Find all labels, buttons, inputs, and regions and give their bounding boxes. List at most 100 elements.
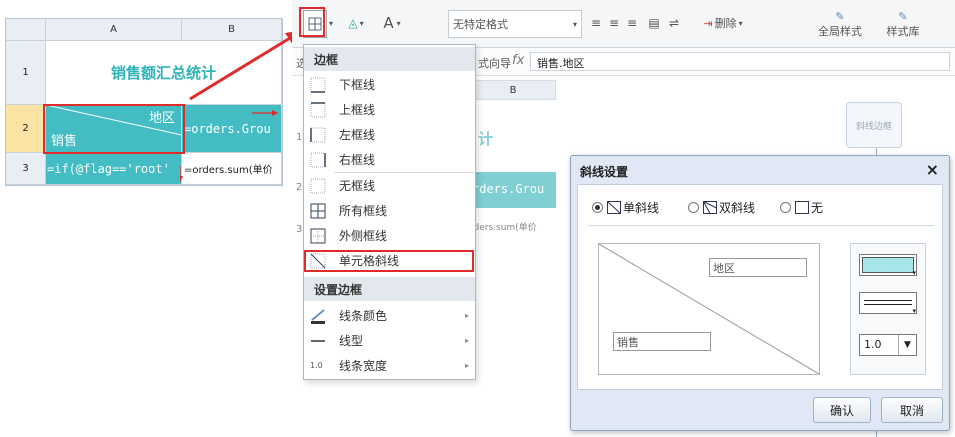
dialog-divider (588, 225, 934, 226)
line-style-picker[interactable]: ▾ (859, 292, 917, 315)
bg-column-header-b: B (470, 80, 556, 100)
merge-icon[interactable]: ▤ (646, 10, 662, 36)
line-style-icon (311, 339, 325, 342)
formula-input[interactable]: 销售.地区 (530, 52, 950, 71)
cancel-button[interactable]: 取消 (881, 397, 943, 423)
fill-color-icon: ◬ (348, 16, 358, 30)
align-center-icon[interactable]: ≡ (606, 10, 622, 36)
font-color-button[interactable]: A ▾ (374, 10, 410, 36)
diagonal-preview: 地区 销售 (598, 243, 820, 375)
menu-item-left-border[interactable]: 左框线 (304, 122, 475, 147)
close-icon[interactable]: × (926, 160, 939, 179)
menu-item-right-border[interactable]: 右框线 (304, 147, 475, 172)
top-border-icon (310, 101, 326, 117)
all-borders-icon (310, 203, 326, 218)
row-header-2[interactable]: 2 (6, 105, 46, 153)
formula-wizard-label[interactable]: 式向导 (478, 55, 511, 71)
radio-double-diagonal[interactable]: 双斜线 (688, 199, 755, 216)
diagonal-settings-dialog: 斜线设置 × 单斜线 双斜线 无 地区 销售 ▾ ▾ 1.0 ▼ 确认 取消 (570, 155, 950, 431)
style-library-button[interactable]: ✎ 样式库 (878, 4, 928, 44)
preview-bottom-label-input[interactable]: 销售 (613, 332, 711, 351)
style-select[interactable]: 无特定格式 ▾ (448, 10, 582, 38)
bg-row-1: 1 (296, 132, 303, 143)
bg-title-cell: 计 (478, 130, 494, 148)
border-dropdown-arrow[interactable]: ▾ (326, 10, 336, 36)
radio-no-diagonal[interactable]: 无 (780, 199, 823, 216)
menu-item-line-style[interactable]: 线型 ▸ (304, 328, 475, 353)
bg-row-3: 3 (296, 224, 303, 235)
menu-item-no-border[interactable]: 无框线 (304, 173, 475, 198)
no-diagonal-icon (795, 201, 809, 214)
menu-item-top-border[interactable]: 上框线 (304, 97, 475, 122)
radio-checked-icon (592, 202, 603, 213)
line-color-swatch (862, 257, 914, 273)
bg-cell-b3: rders.sum(单价 (470, 223, 537, 233)
menu-item-label: 上框线 (339, 103, 376, 117)
font-color-icon: A (383, 14, 394, 32)
right-border-icon (310, 152, 326, 167)
chevron-right-icon: ▸ (464, 336, 469, 345)
bottom-border-icon (310, 77, 326, 93)
menu-item-label: 线条颜色 (339, 309, 388, 323)
menu-section-border: 边框 (304, 47, 475, 71)
border-button-highlight (299, 7, 325, 37)
left-border-icon (310, 127, 326, 142)
chevron-down-icon: ▾ (912, 269, 916, 277)
row-header-1[interactable]: 1 (6, 41, 46, 105)
radio-unchecked-icon (688, 202, 699, 213)
corner-header[interactable] (6, 19, 46, 41)
hint-connector (876, 148, 877, 155)
double-diagonal-icon (703, 201, 717, 214)
menu-item-all-borders[interactable]: 所有框线 (304, 198, 475, 223)
delete-icon: ⇥ (703, 16, 713, 30)
diagonal-cell-highlight (43, 104, 185, 154)
floating-hint-box: 斜线边框 (846, 102, 902, 148)
style-library-icon: ✎ (898, 9, 908, 23)
line-color-icon (311, 308, 325, 324)
wrap-icon[interactable]: ⇌ (666, 10, 682, 36)
menu-item-label: 左框线 (339, 128, 376, 142)
hint-connector-bottom (876, 431, 877, 437)
line-width-icon: 1.0 (310, 361, 323, 370)
menu-item-label: 无框线 (339, 179, 376, 193)
menu-item-label: 所有框线 (339, 204, 388, 218)
cell-a3[interactable]: =if(@flag=='root' (46, 153, 182, 185)
menu-item-line-width[interactable]: 1.0 线条宽度 ▸ (304, 353, 475, 378)
menu-item-label: 右框线 (339, 153, 376, 167)
single-diagonal-icon (607, 201, 621, 214)
fx-icon[interactable]: fx (512, 53, 524, 68)
dialog-titlebar[interactable]: 斜线设置 × (571, 156, 949, 184)
chevron-right-icon: ▸ (464, 311, 469, 320)
brush-icon: ✎ (835, 9, 845, 23)
radio-single-diagonal[interactable]: 单斜线 (592, 199, 659, 216)
line-width-select[interactable]: 1.0 ▼ (859, 334, 917, 356)
confirm-button[interactable]: 确认 (813, 397, 871, 423)
align-left-icon[interactable]: ≡ (588, 10, 604, 36)
fill-color-button[interactable]: ◬ ▾ (342, 10, 370, 36)
no-border-icon (310, 178, 326, 193)
sheet-arrows (180, 110, 278, 182)
menu-item-label: 线条宽度 (339, 359, 388, 373)
style-select-value: 无特定格式 (453, 18, 508, 31)
preview-top-label-input[interactable]: 地区 (709, 258, 807, 277)
bg-cell-b2: rders.Grou (470, 172, 556, 208)
menu-item-outside-borders[interactable]: 外侧框线 (304, 223, 475, 248)
line-color-picker[interactable]: ▾ (859, 254, 917, 277)
menu-item-label: 线型 (339, 334, 364, 348)
radio-unchecked-icon (780, 202, 791, 213)
column-header-a[interactable]: A (46, 19, 182, 41)
dialog-body: 单斜线 双斜线 无 地区 销售 ▾ ▾ 1.0 ▼ (577, 184, 943, 390)
global-style-button[interactable]: ✎ 全局样式 (812, 4, 868, 44)
menu-item-label: 外侧框线 (339, 229, 388, 243)
menu-item-bottom-border[interactable]: 下框线 (304, 72, 475, 97)
delete-button[interactable]: ⇥ 删除 ▾ (692, 10, 754, 36)
align-right-icon[interactable]: ≡ (624, 10, 640, 36)
chevron-down-icon[interactable]: ▼ (898, 335, 916, 355)
border-menu: 边框 下框线 上框线 左框线 右框线 无框线 所有框线 外侧框线 单元格斜线 设置边框 线条颜… (303, 44, 476, 380)
menu-section-set-border: 设置边框 (304, 277, 475, 301)
line-options-panel: ▾ ▾ 1.0 ▼ (850, 243, 926, 375)
chevron-right-icon: ▸ (464, 361, 469, 370)
diagonal-menu-highlight (304, 250, 474, 272)
row-header-3[interactable]: 3 (6, 153, 46, 185)
menu-item-line-color[interactable]: 线条颜色 ▸ (304, 303, 475, 328)
